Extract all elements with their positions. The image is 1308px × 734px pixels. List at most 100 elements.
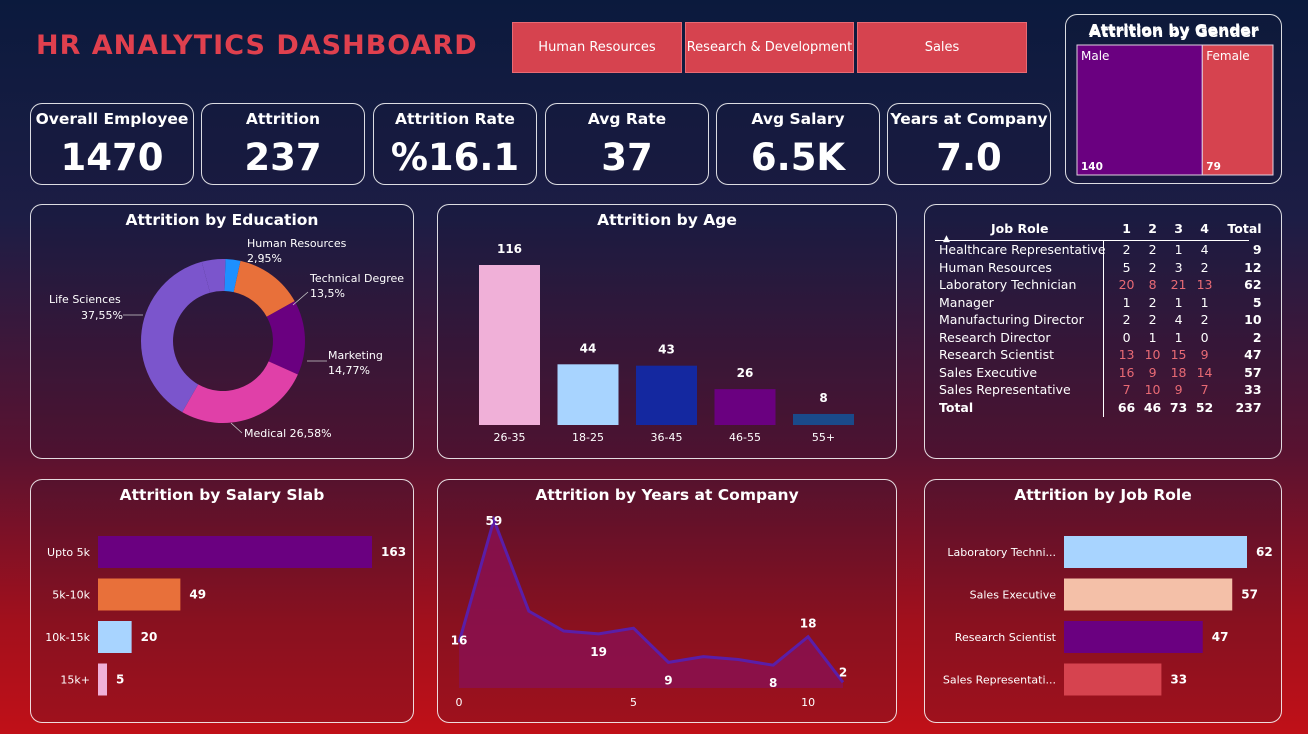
- jobrole-category-label: Laboratory Techni...: [947, 546, 1056, 559]
- matrix-row-total: 57: [1244, 364, 1262, 380]
- matrix-spacer: [1106, 399, 1114, 417]
- matrix-cell: 46: [1143, 399, 1162, 415]
- matrix-spacer: [1106, 294, 1114, 312]
- matrix-row-total: 2: [1252, 329, 1262, 345]
- filter-button-human-resources[interactable]: Human Resources: [512, 22, 682, 73]
- years-point-label: 18: [800, 617, 817, 631]
- age-card: Attrition by Age 116 26-35 44 18-25 43 36-45 2…: [437, 204, 897, 459]
- salary-bar: [98, 536, 372, 568]
- matrix-spacer: [1106, 381, 1114, 399]
- age-bar-chart: 116 26-35 44 18-25 43 36-45 26 46-55 8 55+: [479, 242, 854, 444]
- jobrole-bar: [1064, 536, 1247, 568]
- matrix-cell: 10: [1144, 347, 1161, 363]
- kpi-card-attrition: Attrition 237: [201, 103, 365, 185]
- years-point-label: 19: [590, 645, 607, 659]
- age-bar-value: 43: [658, 343, 675, 357]
- dashboard-title: HR ANALYTICS DASHBOARD: [36, 30, 478, 61]
- salary-bar: [98, 578, 181, 611]
- gender-tile-label: Male: [1081, 49, 1109, 63]
- matrix-spacer: [1106, 311, 1114, 329]
- matrix-row-total: 12: [1244, 259, 1262, 275]
- salary-bar-chart: Upto 5k 163 5k-10k 49 10k-15k 20 15k+ 5: [45, 536, 406, 696]
- years-area-chart: 16 59 19 9 8 18 2 0 5 10: [451, 514, 848, 709]
- matrix-cell: 16: [1118, 364, 1135, 380]
- matrix-cell: 2: [1200, 312, 1209, 328]
- age-tick-label: 18-25: [572, 431, 604, 444]
- matrix-spacer: [1106, 364, 1114, 382]
- matrix-column-divider: [1103, 241, 1104, 417]
- matrix-cell: 3: [1174, 259, 1183, 275]
- matrix-cell: 18: [1170, 364, 1187, 380]
- matrix-cell: 13: [1118, 347, 1135, 363]
- education-percent: 14,77%: [328, 364, 370, 377]
- matrix-cell: 20: [1118, 277, 1135, 293]
- gender-tile-female: [1201, 44, 1274, 176]
- jobrole-bar-value: 47: [1212, 630, 1229, 644]
- matrix-cell: 7: [1200, 382, 1209, 398]
- jobrole-category-label: Research Scientist: [955, 631, 1057, 644]
- matrix-cell: 13: [1196, 277, 1213, 293]
- kpi-card-attrition-rate: Attrition Rate %16.1: [373, 103, 537, 185]
- matrix-cell: 1: [1174, 294, 1183, 310]
- age-bar-value: 44: [580, 341, 597, 355]
- matrix-row-label: Research Director: [939, 329, 1051, 345]
- matrix-header-col: 3: [1174, 220, 1183, 236]
- matrix-cell: 2: [1200, 259, 1209, 275]
- matrix-cell: 1: [1174, 242, 1183, 258]
- matrix-cell: 15: [1170, 347, 1187, 363]
- matrix-row-total: 62: [1244, 277, 1262, 293]
- gender-treemap: Male 140 Female 79 Attrition by Gender: [1076, 23, 1274, 176]
- years-tick-label: 10: [801, 696, 815, 709]
- kpi-label: Overall Employee: [35, 110, 189, 128]
- salary-bar: [98, 663, 107, 696]
- matrix-row: Research Scientist 13 10 15 9 47: [935, 346, 1262, 364]
- years-tick-label: 0: [456, 696, 463, 709]
- matrix-header-col: 4: [1200, 220, 1209, 236]
- filter-button-sales[interactable]: Sales: [857, 22, 1027, 73]
- matrix-spacer: [1106, 259, 1114, 277]
- education-slice-medical: [182, 361, 298, 423]
- matrix-cell: 4: [1174, 312, 1183, 328]
- matrix-row-total: 237: [1235, 399, 1262, 415]
- matrix-row-label: Manufacturing Director: [939, 312, 1084, 328]
- matrix-cell: 21: [1170, 277, 1187, 293]
- matrix-cell: 14: [1196, 364, 1213, 380]
- jobrole-bar: [1064, 578, 1233, 611]
- matrix-row: Sales Executive 16 9 18 14 57: [935, 364, 1262, 382]
- education-leader-line: [230, 422, 243, 434]
- matrix-row-label: Sales Representative: [939, 382, 1071, 398]
- education-label: Technical Degree: [309, 272, 404, 285]
- kpi-card-avg-salary: Avg Salary 6.5K: [716, 103, 880, 185]
- filter-button-research-development[interactable]: Research & Development: [685, 22, 854, 73]
- matrix-cell: 9: [1148, 364, 1157, 380]
- gender-card: Attrition by Gender Male 140 Female 79 Attri…: [1065, 14, 1282, 184]
- matrix-spacer: [1106, 241, 1114, 259]
- kpi-label: Attrition: [245, 110, 321, 128]
- job-role-matrix-card: Job Role ▲ 1 2 3 4 Total Healthcare Repr…: [924, 204, 1282, 459]
- education-percent: 2,95%: [247, 252, 282, 265]
- education-percent: 13,5%: [310, 287, 345, 300]
- jobrole-bar: [1064, 621, 1203, 653]
- kpi-value: 1470: [60, 136, 164, 179]
- years-point-label: 8: [769, 676, 777, 690]
- kpi-label: Years at Company: [890, 110, 1048, 128]
- sort-ascending-icon[interactable]: ▲: [943, 234, 950, 244]
- matrix-cell: 1: [1122, 294, 1131, 310]
- education-percent: 37,55%: [81, 309, 123, 322]
- matrix-row-label: Total: [939, 399, 974, 415]
- salary-bar-value: 49: [189, 588, 206, 602]
- gender-chart-title-text: Attrition by Gender: [1089, 23, 1259, 41]
- jobrole-bar: [1064, 663, 1162, 696]
- matrix-spacer: [1106, 346, 1114, 364]
- matrix-row-label: Healthcare Representative: [939, 242, 1106, 258]
- matrix-total-row: Total 66 46 73 52 237: [935, 399, 1262, 417]
- matrix-header-job-role[interactable]: Job Role ▲: [935, 215, 1106, 245]
- matrix-cell: 7: [1122, 382, 1131, 398]
- age-bar-value: 116: [497, 242, 522, 256]
- matrix-row: Sales Representative 7 10 9 7 33: [935, 381, 1262, 399]
- matrix-header-divider: [935, 240, 1249, 241]
- kpi-value: 37: [601, 136, 653, 179]
- age-tick-label: 46-55: [729, 431, 761, 444]
- jobrole-bar-value: 57: [1241, 588, 1258, 602]
- matrix-cell: 2: [1148, 242, 1157, 258]
